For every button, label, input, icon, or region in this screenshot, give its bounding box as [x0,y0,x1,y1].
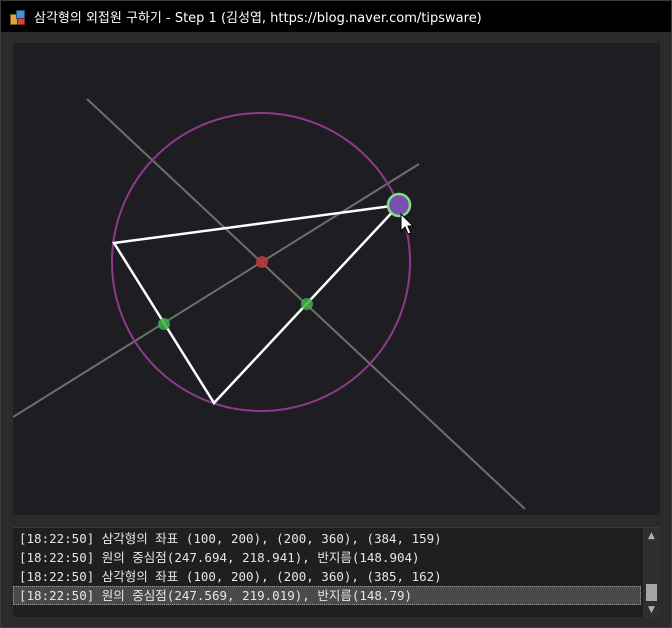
midpoint-ab [158,318,170,330]
log-listbox[interactable]: [18:22:50] 삼각형의 좌표 (100, 200), (200, 360… [13,527,660,618]
scroll-thumb[interactable] [646,584,657,601]
vertical-scrollbar[interactable]: ▲ ▼ [643,528,660,618]
app-cubes-icon [9,8,27,26]
circumcenter-point [256,256,268,268]
scroll-down-icon[interactable]: ▼ [643,602,660,618]
bisector-line-2 [13,163,420,418]
geometry-drawing[interactable] [13,43,660,515]
log-line[interactable]: [18:22:50] 원의 중심점(247.694, 218.941), 반지름… [13,548,641,567]
log-line[interactable]: [18:22:50] 삼각형의 좌표 (100, 200), (200, 360… [13,567,641,586]
mouse-cursor-icon [400,212,415,235]
window-title: 삼각형의 외접원 구하기 - Step 1 (김성엽, https://blog… [34,11,482,26]
app-window: 삼각형의 외접원 구하기 - Step 1 (김성엽, https://blog… [0,0,672,628]
midpoint-bc [301,298,313,310]
log-lines: [18:22:50] 삼각형의 좌표 (100, 200), (200, 360… [13,529,641,605]
scroll-up-icon[interactable]: ▲ [643,528,660,544]
log-line[interactable]: [18:22:50] 삼각형의 좌표 (100, 200), (200, 360… [13,529,641,548]
drawing-canvas[interactable] [13,43,660,515]
log-line-selected[interactable]: [18:22:50] 원의 중심점(247.569, 219.019), 반지름… [13,586,641,605]
vertex-drag-handle[interactable] [386,192,412,218]
title-bar[interactable]: 삼각형의 외접원 구하기 - Step 1 (김성엽, https://blog… [1,1,671,32]
triangle [111,203,403,406]
